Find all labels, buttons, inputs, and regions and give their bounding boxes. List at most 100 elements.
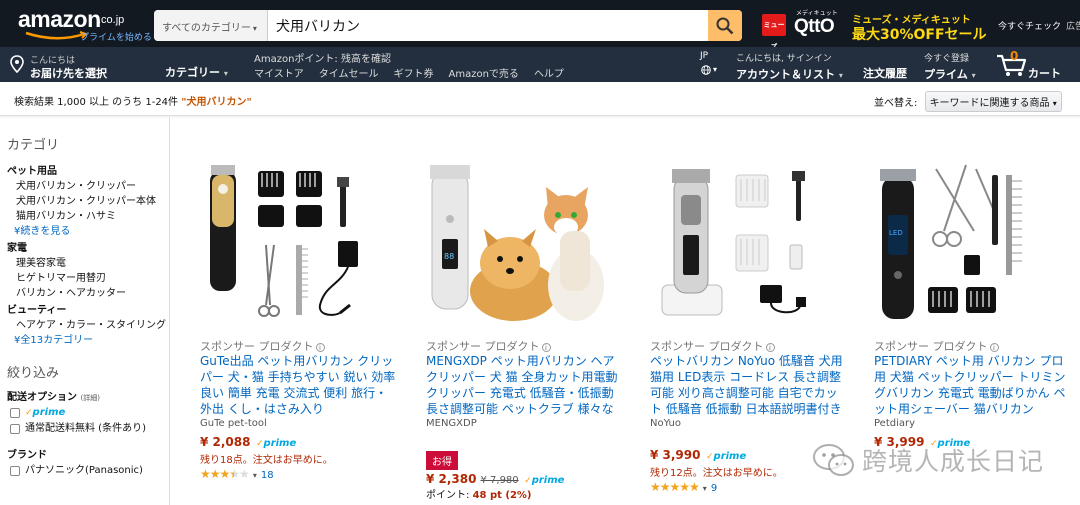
category-group-beauty[interactable]: ビューティー [7, 304, 169, 318]
chevron-down-icon: ▾ [252, 24, 257, 33]
all-categories-link[interactable]: ¥全13カテゴリー [7, 333, 169, 348]
globe-icon [701, 65, 711, 75]
product-image[interactable] [200, 135, 410, 333]
chevron-down-icon: ▾ [838, 71, 843, 80]
prime-badge-label: prime [713, 451, 747, 462]
promo-line2: 最大30%OFFセール [852, 27, 987, 43]
logo-tld: .co.jp [98, 14, 125, 26]
nav-link-help[interactable]: ヘルプ [534, 65, 564, 80]
ad-label: 広告 [1066, 22, 1080, 32]
category-item[interactable]: バリカン・ヘアカッター [7, 286, 169, 301]
top-header: amazon .co.jp プライムを始める すべてのカテゴリー▾ ミューズ メ… [0, 0, 1080, 51]
stock-warning: 残り12点。注文はお早めに。 [650, 468, 783, 479]
account-label: アカウント＆リスト [736, 68, 835, 81]
product-title-link[interactable]: GuTe出品 ペット用バリカン クリッパー 犬・猫 手持ちやすい 鋭い 効率良い… [200, 353, 398, 417]
chevron-down-icon: ▾ [971, 71, 976, 80]
product-title-link[interactable]: PETDIARY ペット用 バリカン プロ用 犬猫 ペットクリッパー トリミング… [874, 353, 1072, 417]
prime-badge-label: prime [531, 475, 565, 486]
prime-signup-link[interactable]: プライムを始める [80, 30, 152, 43]
info-icon[interactable]: i [315, 342, 325, 352]
category-item[interactable]: ヘアケア・カラー・スタイリング [7, 318, 169, 333]
product-card[interactable]: スポンサー プロダクト i GuTe出品 ペット用バリカン クリッパー 犬・猫 手… [200, 135, 410, 505]
price-line: ¥ 3,990 ✓prime [650, 448, 746, 462]
location-pin-icon [10, 55, 24, 73]
sponsored-text: スポンサー プロダクト [200, 340, 314, 353]
prime-filter-label: prime [32, 407, 66, 418]
info-icon[interactable]: i [765, 342, 775, 352]
nav-link-gift-card[interactable]: ギフト券 [394, 65, 434, 80]
product-image[interactable]: LED [874, 135, 1080, 333]
product-title-link[interactable]: ペットバリカン NoYuo 低騒音 犬用 猫用 LED表示 コードレス 長さ調整… [650, 353, 848, 417]
points-balance-link[interactable]: Amazonポイント: 残高を確認 [254, 50, 391, 65]
results-bar: 検索結果 1,000 以上 のうち 1-24件 "犬用バリカン" 並べ替え: キ… [0, 82, 1080, 116]
star-rating[interactable]: ★★★★★ ▾ 18 [200, 467, 274, 481]
prime-filter[interactable]: ✓ prime [7, 405, 169, 421]
cart-label: カート [1028, 67, 1061, 80]
product-title-link[interactable]: MENGXDP ペット用バリカン ヘアクリッパー 犬 猫 全身カット用電動クリッ… [426, 353, 624, 417]
checkbox[interactable] [10, 408, 20, 418]
watermark: 跨境人成长日记 [808, 440, 1058, 480]
cart-button[interactable]: 0 カート [996, 49, 1076, 80]
check-icon: ✓ [25, 408, 33, 418]
nav-link-time-sale[interactable]: タイムセール [319, 65, 379, 80]
language-selector[interactable]: JP ▾ [700, 51, 717, 75]
sort-dropdown[interactable]: キーワードに関連する商品 ▾ [924, 91, 1062, 112]
product-price[interactable]: ¥ 3,990 [650, 448, 700, 462]
check-icon: ✓ [255, 439, 264, 449]
orders-link[interactable]: 注文履歴 [863, 65, 907, 81]
category-group-pet[interactable]: ペット用品 [7, 165, 169, 179]
sort-label: 並べ替え: [874, 98, 918, 109]
see-more-link[interactable]: ¥続きを見る [7, 224, 169, 239]
sponsored-label: スポンサー プロダクト i [874, 338, 999, 354]
product-image[interactable] [650, 135, 860, 333]
review-count[interactable]: 18 [261, 470, 274, 481]
sponsored-text: スポンサー プロダクト [650, 340, 764, 353]
star-rating[interactable]: ★★★★★ ▾ 9 [650, 480, 717, 494]
review-count[interactable]: 9 [711, 483, 717, 494]
category-item[interactable]: 犬用バリカン・クリッパー本体 [7, 194, 169, 209]
category-item[interactable]: ヒゲトリマー用替刃 [7, 271, 169, 286]
checkbox[interactable] [10, 466, 20, 476]
delivery-address[interactable]: こんにちは お届け先を選択 [10, 51, 150, 80]
muse-logo: ミューズ [762, 14, 786, 51]
category-item[interactable]: 犬用バリカン・クリッパー [7, 179, 169, 194]
search-button[interactable] [708, 10, 742, 41]
checkbox[interactable] [10, 424, 20, 434]
product-price[interactable]: ¥ 2,088 [200, 435, 250, 449]
result-query: "犬用バリカン" [181, 97, 252, 108]
category-heading: カテゴリ [7, 138, 60, 153]
prime-badge: ✓prime [524, 475, 564, 486]
category-group-appliances[interactable]: 家電 [7, 242, 169, 256]
search-category-dropdown[interactable]: すべてのカテゴリー ▾ [154, 10, 268, 41]
brand-heading: ブランド [7, 450, 47, 461]
search-input[interactable] [268, 10, 708, 41]
filter-heading: 絞り込み [7, 366, 60, 381]
prime-label: プライム [924, 68, 968, 81]
nav-link-my-store[interactable]: マイストア [254, 65, 304, 80]
account-menu[interactable]: こんにちは, サインイン アカウント＆リスト ▾ [736, 51, 843, 82]
category-item[interactable]: 理美容家電 [7, 256, 169, 271]
amazon-logo[interactable]: amazon .co.jp プライムを始める [18, 6, 152, 43]
info-icon[interactable]: i [541, 342, 551, 352]
categories-menu[interactable]: カテゴリー ▾ [165, 64, 228, 80]
sponsored-text: スポンサー プロダクト [426, 340, 540, 353]
product-image[interactable]: 88 [426, 135, 636, 333]
list-price: ¥ 7,980 [480, 475, 519, 486]
category-item[interactable]: 猫用バリカン・ハサミ [7, 209, 169, 224]
prime-sub: 今すぐ登録 [924, 54, 970, 64]
quick-check[interactable]: 今すぐチェック 広告 [998, 19, 1080, 32]
product-price[interactable]: ¥ 2,380 [426, 472, 476, 486]
nav-bar: こんにちは お届け先を選択 カテゴリー ▾ Amazonポイント: 残高を確認 … [0, 47, 1080, 82]
prime-badge: ✓prime [706, 451, 746, 462]
search-icon [716, 17, 734, 35]
nav-link-sell[interactable]: Amazonで売る [449, 65, 519, 80]
delivery-detail-link[interactable]: (詳細) [80, 394, 99, 402]
product-card[interactable]: 88 スポンサー プロダクト i MENGXDP ペット用バリカン ヘアクリッパー… [426, 135, 636, 505]
language-code: JP [700, 51, 709, 61]
brand-filter[interactable]: パナソニック(Panasonic) [7, 463, 169, 479]
sponsored-label: スポンサー プロダクト i [650, 338, 775, 354]
promo-banner[interactable]: ミューズ メディキュット QttO ミューズ・メディキュット 最大30%OFFセ… [762, 8, 992, 51]
free-shipping-filter[interactable]: 通常配送料無料 (条件あり) [7, 421, 169, 437]
info-icon[interactable]: i [989, 342, 999, 352]
prime-menu[interactable]: 今すぐ登録 プライム ▾ [924, 51, 976, 82]
